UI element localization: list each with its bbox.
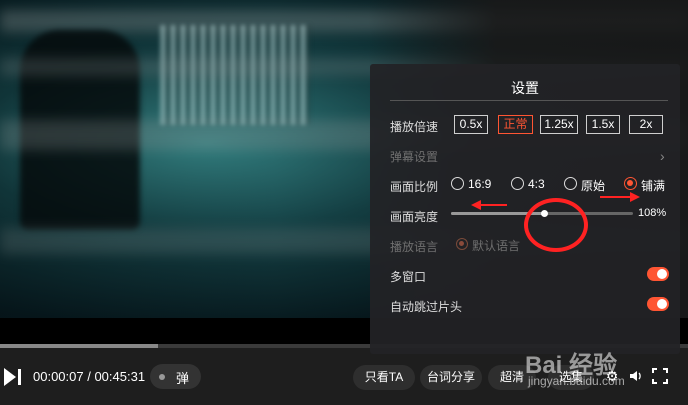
skip-intro-toggle[interactable] <box>647 297 669 311</box>
language-option: 默认语言 <box>472 239 521 253</box>
aspect-option-label[interactable]: 4:3 <box>528 177 545 191</box>
aspect-radio-original[interactable] <box>564 177 577 190</box>
gear-icon[interactable]: ⚙ <box>604 368 620 384</box>
quality-button[interactable]: 超清 <box>488 365 536 390</box>
settings-title: 设置 <box>511 80 539 96</box>
volume-icon[interactable] <box>628 368 644 384</box>
aspect-label: 画面比例 <box>390 180 439 194</box>
only-watch-button[interactable]: 只看TA <box>353 365 415 390</box>
danmaku-settings-label[interactable]: 弹幕设置 <box>390 148 438 165</box>
time-display: 00:00:07 / 00:45:31 <box>33 369 146 384</box>
speed-option-2x[interactable]: 2x <box>629 115 663 134</box>
aspect-option-label[interactable]: 原始 <box>581 177 605 194</box>
right-arrow-annotation <box>600 192 640 202</box>
language-radio <box>456 238 468 250</box>
settings-panel: 设置 播放倍速 0.5x 正常 1.25x 1.5x 2x 弹幕设置 › 画面比… <box>370 64 680 354</box>
speed-option-1-25x[interactable]: 1.25x <box>540 115 578 134</box>
aspect-option-label[interactable]: 16:9 <box>468 177 491 191</box>
left-arrow-annotation <box>471 200 507 210</box>
aspect-radio-16-9[interactable] <box>451 177 464 190</box>
speed-option-0-5x[interactable]: 0.5x <box>454 115 488 134</box>
danmu-dot-icon <box>159 374 165 380</box>
play-pause-icon[interactable] <box>4 368 22 386</box>
aspect-radio-fill[interactable] <box>624 177 637 190</box>
multi-window-label: 多窗口 <box>390 270 427 284</box>
danmu-toggle-button[interactable]: 弹 <box>150 364 201 389</box>
multi-window-toggle[interactable] <box>647 267 669 281</box>
episodes-button[interactable]: 选集 <box>548 365 594 390</box>
speed-option-1-5x[interactable]: 1.5x <box>586 115 620 134</box>
brightness-label: 画面亮度 <box>390 210 439 224</box>
fullscreen-icon[interactable] <box>652 368 668 384</box>
speed-option-normal[interactable]: 正常 <box>498 115 533 134</box>
aspect-option-label[interactable]: 铺满 <box>641 177 665 194</box>
control-bar: 00:00:07 / 00:45:31 弹 只看TA 台词分享 超清 选集 ⚙ <box>0 348 688 405</box>
language-label: 播放语言 <box>390 240 439 254</box>
divider <box>390 100 668 101</box>
lyric-share-button[interactable]: 台词分享 <box>420 365 482 390</box>
skip-intro-label: 自动跳过片头 <box>390 300 463 314</box>
brightness-value: 108% <box>638 207 667 219</box>
speed-label: 播放倍速 <box>390 120 439 134</box>
danmu-label: 弹 <box>176 371 190 386</box>
chevron-right-icon[interactable]: › <box>660 148 665 164</box>
aspect-radio-4-3[interactable] <box>511 177 524 190</box>
highlight-circle-annotation <box>524 198 588 252</box>
